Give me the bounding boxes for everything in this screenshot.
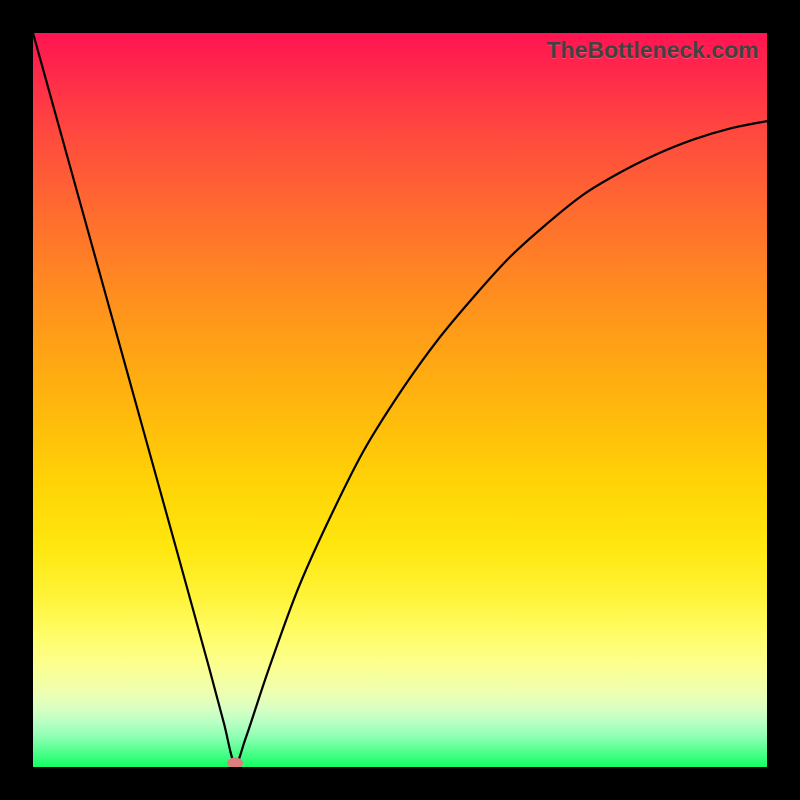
optimal-point-marker [227,758,243,767]
bottleneck-curve [33,33,767,767]
plot-area: TheBottleneck.com [33,33,767,767]
chart-frame: TheBottleneck.com [0,0,800,800]
